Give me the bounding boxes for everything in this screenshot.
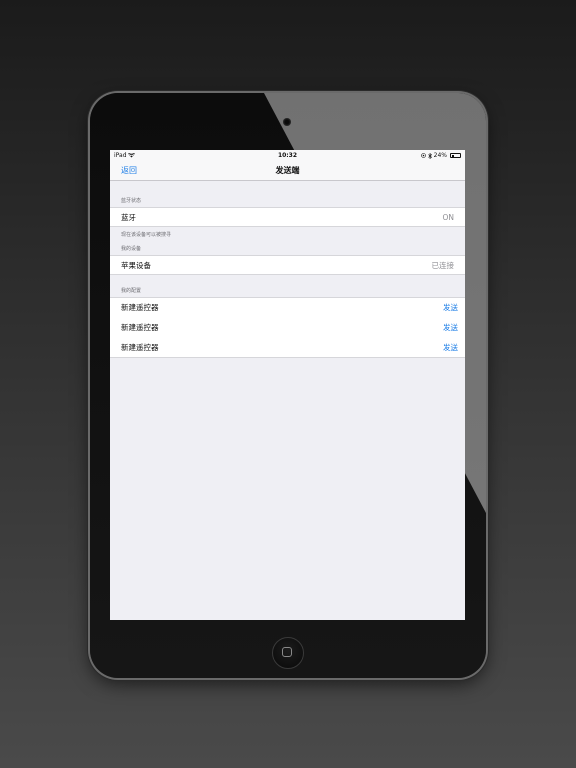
battery-icon (450, 153, 461, 158)
config-label: 新建遥控器 (121, 323, 159, 332)
home-button[interactable] (272, 637, 304, 669)
configs-section-header: 我的配置 (121, 288, 142, 294)
status-right: 24% (420, 150, 461, 161)
bluetooth-section-footer: 现在该设备可以被搜寻 (121, 232, 172, 238)
battery-percent: 24% (433, 152, 447, 159)
bluetooth-icon (427, 152, 432, 159)
devices-section-header: 我的设备 (121, 246, 142, 252)
bluetooth-cell[interactable]: 蓝牙 ON (110, 208, 465, 227)
bluetooth-group: 蓝牙 ON (110, 207, 465, 227)
ipad-frame: iPad 10:32 24% 返回 发送端 蓝牙状态 蓝牙 ON 现在该设备可以… (90, 93, 486, 678)
page-title: 发送端 (275, 166, 300, 175)
config-row[interactable]: 新建遥控器 发送 (110, 338, 465, 358)
bluetooth-label: 蓝牙 (121, 213, 136, 222)
navigation-bar: 返回 发送端 (110, 161, 465, 181)
config-label: 新建遥控器 (121, 303, 159, 312)
send-button[interactable]: 发送 (443, 338, 458, 358)
home-button-icon (282, 647, 292, 657)
send-button[interactable]: 发送 (443, 318, 458, 338)
status-bar: iPad 10:32 24% (110, 150, 465, 161)
device-label: 苹果设备 (121, 261, 151, 270)
configs-group: 新建遥控器 发送 新建遥控器 发送 新建遥控器 发送 (110, 297, 465, 358)
device-status-value: 已连接 (431, 261, 455, 270)
app-screen: iPad 10:32 24% 返回 发送端 蓝牙状态 蓝牙 ON 现在该设备可以… (110, 150, 465, 620)
bluetooth-section-header: 蓝牙状态 (121, 198, 142, 204)
camera-icon (283, 118, 291, 126)
device-cell[interactable]: 苹果设备 已连接 (110, 256, 465, 275)
config-row[interactable]: 新建遥控器 发送 (110, 318, 465, 339)
location-icon (420, 153, 426, 158)
status-time: 10:32 (277, 152, 298, 159)
bluetooth-status-value: ON (442, 213, 454, 222)
send-button[interactable]: 发送 (443, 298, 458, 318)
config-row[interactable]: 新建遥控器 发送 (110, 298, 465, 319)
battery-level (451, 154, 454, 157)
devices-group: 苹果设备 已连接 (110, 255, 465, 275)
config-label: 新建遥控器 (121, 343, 159, 352)
